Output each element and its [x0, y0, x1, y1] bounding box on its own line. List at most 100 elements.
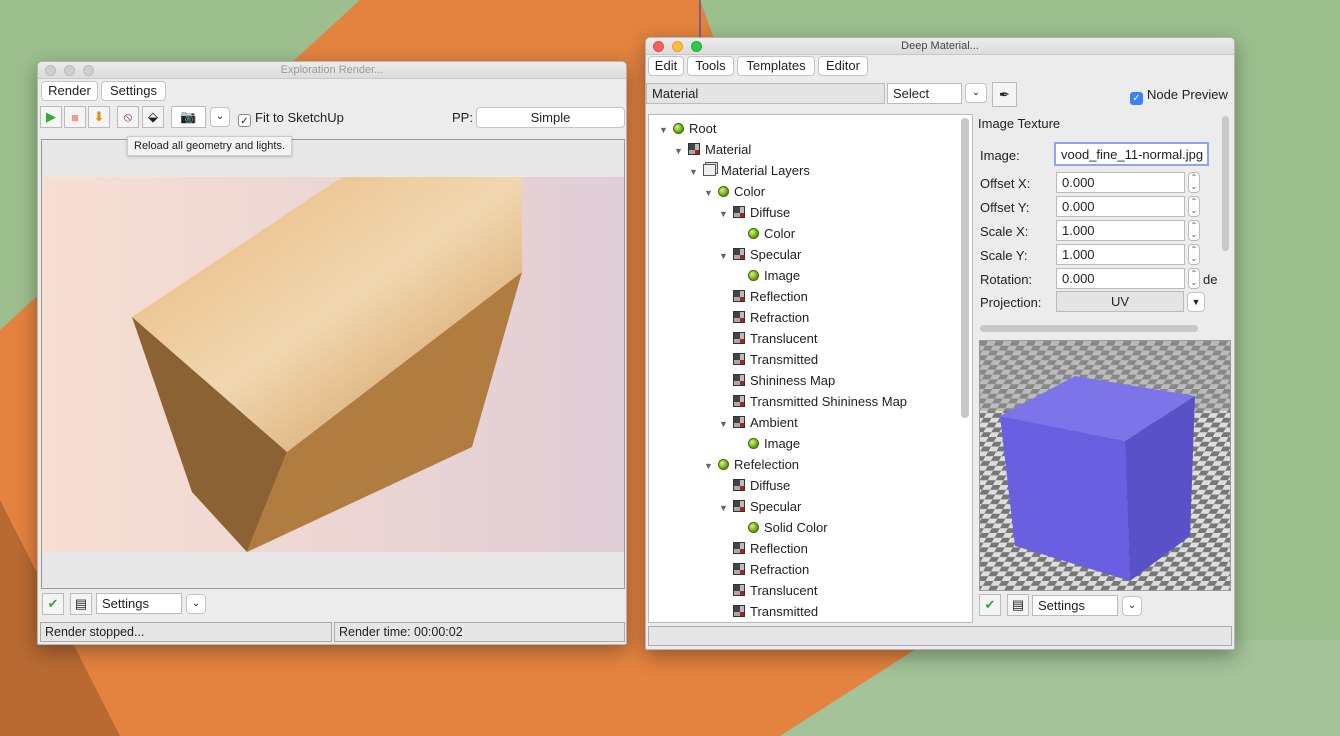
camera-dropdown[interactable]: ⌄: [210, 107, 230, 127]
stepper-icon[interactable]: ⌃ ⌄: [1188, 172, 1200, 193]
tree-node[interactable]: ▼ Refelection: [704, 454, 799, 475]
numeric-field[interactable]: 0.000: [1056, 196, 1185, 217]
tree-node[interactable]: Transmitted Shininess Map: [719, 391, 907, 412]
numeric-field[interactable]: 1.000: [1056, 220, 1185, 241]
tree-node[interactable]: Image: [734, 265, 800, 286]
tree-node[interactable]: Diffuse: [719, 475, 790, 496]
tree-node[interactable]: Solid Color: [734, 517, 828, 538]
tree-node-label: Reflection: [750, 541, 808, 556]
tree-node[interactable]: Reflection: [719, 538, 808, 559]
menu-tools[interactable]: Tools: [687, 56, 734, 76]
save-icon[interactable]: ⬇: [88, 106, 110, 128]
stepper-icon[interactable]: ⌃ ⌄: [1188, 244, 1200, 265]
fit-to-sketchup-checkbox[interactable]: ✓ Fit to SketchUp: [238, 110, 344, 127]
material-field[interactable]: Material: [646, 83, 885, 104]
apply-check-icon[interactable]: ✔: [42, 593, 64, 615]
properties-vscrollbar[interactable]: [1222, 116, 1229, 251]
disclosure-triangle-icon[interactable]: ▼: [659, 120, 673, 141]
tree-node-label: Refelection: [734, 457, 800, 472]
tree-node[interactable]: ▼ Diffuse: [719, 202, 790, 223]
close-button[interactable]: [653, 41, 664, 52]
disclosure-triangle-icon[interactable]: ▼: [719, 204, 733, 225]
close-button[interactable]: [45, 65, 56, 76]
image-field[interactable]: vood_fine_11-normal.jpg: [1054, 142, 1209, 166]
disclosure-triangle-icon[interactable]: ▼: [704, 183, 718, 204]
tree-node[interactable]: ▼ Specular: [719, 496, 801, 517]
tree-node[interactable]: ▼ Root: [659, 118, 716, 139]
tree-scrollbar[interactable]: [961, 118, 969, 418]
menu-editor[interactable]: Editor: [818, 56, 868, 76]
disclosure-triangle-icon[interactable]: ▼: [674, 141, 688, 162]
select-field[interactable]: Select: [887, 83, 962, 104]
tree-node[interactable]: Refraction: [719, 559, 809, 580]
tree-node[interactable]: Transmitted: [719, 601, 818, 622]
checkbox-icon[interactable]: ✓: [238, 114, 251, 127]
reload-icon[interactable]: ⦸: [117, 106, 139, 128]
numeric-field[interactable]: 1.000: [1056, 244, 1185, 265]
disclosure-triangle-icon[interactable]: ▼: [689, 162, 703, 183]
projection-dropdown[interactable]: ▼: [1187, 292, 1205, 312]
material-icon[interactable]: ⬙: [142, 106, 164, 128]
channel-grid-icon: [733, 500, 745, 512]
menu-settings[interactable]: Settings: [101, 81, 166, 101]
tree-node[interactable]: Translucent: [719, 328, 817, 349]
disclosure-triangle-icon[interactable]: ▼: [719, 246, 733, 267]
stepper-icon[interactable]: ⌃ ⌄: [1188, 268, 1200, 289]
tree-node[interactable]: Refraction: [719, 307, 809, 328]
pp-select[interactable]: Simple: [476, 107, 625, 128]
projection-select[interactable]: UV: [1056, 291, 1184, 312]
tree-node-label: Refraction: [750, 562, 810, 577]
menu-edit[interactable]: Edit: [648, 56, 684, 76]
tree-node[interactable]: Reflection: [719, 286, 808, 307]
tree-node-label: Material Layers: [721, 163, 810, 178]
tree-node[interactable]: ▼ Material Layers: [689, 160, 810, 181]
settings-dropdown[interactable]: ⌄: [1122, 596, 1142, 616]
zoom-button[interactable]: [83, 65, 94, 76]
channel-grid-icon: [733, 290, 745, 302]
disclosure-triangle-icon[interactable]: ▼: [704, 456, 718, 477]
tree-node[interactable]: ▼ Specular: [719, 244, 801, 265]
settings-list-icon[interactable]: ▤: [70, 593, 92, 615]
tree-node[interactable]: Transmitted: [719, 349, 818, 370]
zoom-button[interactable]: [691, 41, 702, 52]
settings-dropdown[interactable]: ⌄: [186, 594, 206, 614]
stepper-icon[interactable]: ⌃ ⌄: [1188, 196, 1200, 217]
minimize-button[interactable]: [672, 41, 683, 52]
tree-node-label: Refraction: [750, 310, 810, 325]
title-bar[interactable]: Deep Material...: [646, 38, 1234, 55]
disclosure-triangle-icon[interactable]: ▼: [719, 498, 733, 519]
tree-node[interactable]: ▼ Color: [704, 181, 765, 202]
minimize-button[interactable]: [64, 65, 75, 76]
title-bar[interactable]: Exploration Render...: [38, 62, 626, 79]
tree-node[interactable]: ▼ Material: [674, 139, 751, 160]
eyedropper-icon[interactable]: ✒: [992, 82, 1017, 107]
apply-check-icon[interactable]: ✔: [979, 594, 1001, 616]
image-label: Image:: [980, 148, 1020, 163]
window-title: Exploration Render...: [280, 64, 384, 76]
node-preview-checkbox[interactable]: ✓ Node Preview: [1130, 87, 1228, 105]
window-title: Deep Material...: [901, 40, 979, 52]
tree-node[interactable]: Shininess Map: [719, 370, 835, 391]
numeric-field[interactable]: 0.000: [1056, 172, 1185, 193]
settings-select[interactable]: Settings: [1032, 595, 1118, 616]
settings-list-icon[interactable]: ▤: [1007, 594, 1029, 616]
tree-node[interactable]: Translucent: [719, 580, 817, 601]
camera-icon[interactable]: 📷: [171, 106, 206, 128]
select-dropdown[interactable]: ⌄: [965, 83, 987, 103]
tree-node[interactable]: ▼ Ambient: [719, 412, 798, 433]
stop-icon[interactable]: ■: [64, 106, 86, 128]
menu-render[interactable]: Render: [41, 81, 98, 101]
checkbox-icon[interactable]: ✓: [1130, 92, 1143, 105]
numeric-field[interactable]: 0.000: [1056, 268, 1185, 289]
node-ball-icon: [748, 438, 759, 449]
play-icon[interactable]: ▶: [40, 106, 62, 128]
tree-node[interactable]: Image: [734, 433, 800, 454]
field-label: Offset Y:: [980, 200, 1030, 215]
settings-select[interactable]: Settings: [96, 593, 182, 614]
field-label: Offset X:: [980, 176, 1031, 191]
menu-templates[interactable]: Templates: [737, 56, 815, 76]
disclosure-triangle-icon[interactable]: ▼: [719, 414, 733, 435]
properties-hscrollbar[interactable]: [980, 325, 1198, 332]
stepper-icon[interactable]: ⌃ ⌄: [1188, 220, 1200, 241]
tree-node[interactable]: Color: [734, 223, 795, 244]
